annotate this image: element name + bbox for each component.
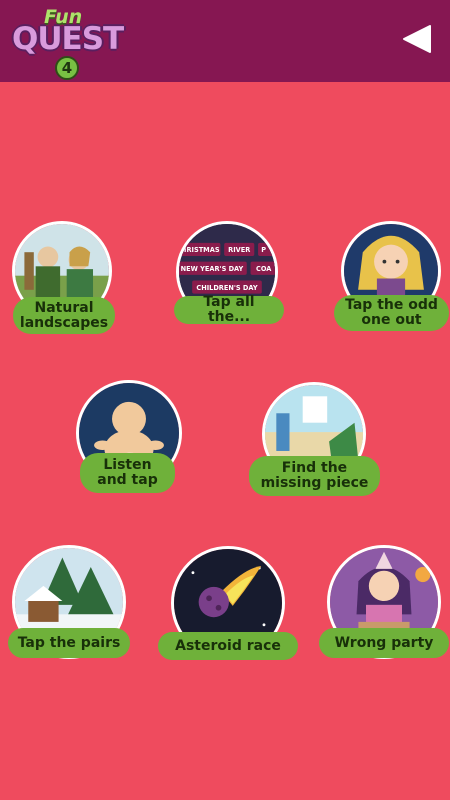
word-tag: CHRISTMAS [179, 246, 220, 254]
word-tag: COA [256, 265, 272, 273]
game-tap-the-odd-one-out[interactable]: Tap the odd one out [330, 215, 450, 335]
game-label: Asteroid race [158, 632, 298, 660]
word-tag: CHILDREN'S DAY [196, 284, 257, 292]
back-button[interactable] [400, 22, 434, 56]
game-asteroid-race[interactable]: Asteroid race [150, 540, 305, 665]
game-label: Find the missing piece [249, 456, 380, 496]
game-listen-and-tap[interactable]: Listen and tap [70, 375, 190, 500]
play-triangle-icon [403, 25, 431, 53]
word-tag: P [261, 246, 266, 254]
game-natural-landscapes[interactable]: Natural landscapes [0, 215, 130, 340]
game-label: Tap the odd one out [334, 295, 449, 331]
word-tag: RIVER [228, 246, 250, 254]
game-tap-all-the[interactable]: CHRISTMAS RIVER P NEW YEAR'S DAY COA CHI… [170, 215, 290, 330]
game-find-the-missing-piece[interactable]: Find the missing piece [245, 375, 385, 500]
logo-number-badge: 4 [55, 56, 79, 80]
logo-quest-text: QUEST [12, 21, 124, 57]
game-label: Natural landscapes [13, 297, 115, 334]
game-wrong-party[interactable]: Wrong party [315, 540, 450, 665]
game-label: Listen and tap [80, 453, 175, 493]
game-label: Wrong party [319, 628, 449, 658]
game-tap-the-pairs[interactable]: Tap the pairs [0, 540, 140, 665]
game-label: Tap all the... [174, 295, 284, 325]
top-bar: Fun QUEST 4 [0, 0, 450, 82]
game-label: Tap the pairs [8, 628, 130, 658]
fun-quest-logo: Fun QUEST 4 [10, 4, 126, 80]
word-tag: NEW YEAR'S DAY [181, 265, 244, 273]
